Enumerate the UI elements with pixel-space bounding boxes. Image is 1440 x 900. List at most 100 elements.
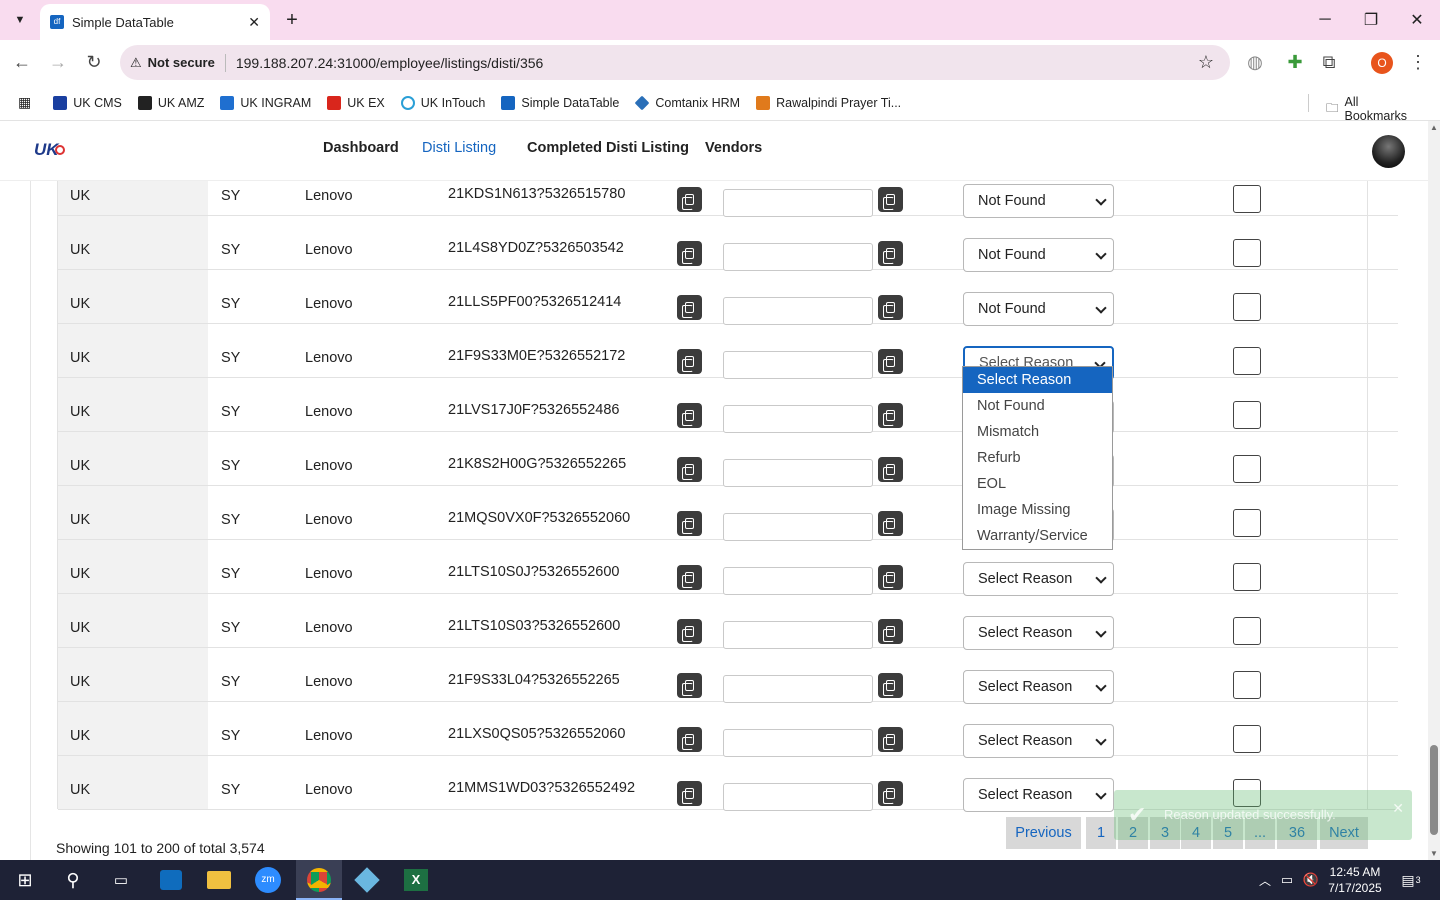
profile-avatar[interactable]: O xyxy=(1371,52,1393,74)
bookmark-uk-ex[interactable]: UK EX xyxy=(327,95,385,110)
value-input[interactable] xyxy=(723,459,873,487)
extension-icon[interactable]: ✚ xyxy=(1281,48,1309,76)
copy-sku-button[interactable] xyxy=(677,457,702,482)
uk-logo[interactable]: UK xyxy=(34,140,65,160)
value-input[interactable] xyxy=(723,675,873,703)
value-input[interactable] xyxy=(723,189,873,217)
nav-vendors[interactable]: Vendors xyxy=(705,140,762,156)
pagination-page-1[interactable]: 1 xyxy=(1086,817,1116,849)
file-explorer-icon[interactable] xyxy=(207,871,231,889)
copy-sku-button[interactable] xyxy=(677,781,702,806)
address-bar[interactable]: ⚠ Not secure 199.188.207.24:31000/employ… xyxy=(120,45,1230,80)
copy-sku-button[interactable] xyxy=(677,619,702,644)
copy-sku-button[interactable] xyxy=(677,673,702,698)
all-bookmarks[interactable]: 🗀 All Bookmarks xyxy=(1326,95,1424,123)
paste-button[interactable] xyxy=(878,619,903,644)
bookmark-simple-datatable[interactable]: Simple DataTable xyxy=(501,95,619,110)
copy-sku-button[interactable] xyxy=(677,565,702,590)
reload-icon[interactable]: ↻ xyxy=(80,48,108,76)
paste-button[interactable] xyxy=(878,403,903,428)
paste-button[interactable] xyxy=(878,457,903,482)
paste-button[interactable] xyxy=(878,781,903,806)
zoom-icon[interactable]: zm xyxy=(255,867,281,893)
close-tab-icon[interactable]: ✕ xyxy=(248,14,260,31)
value-input[interactable] xyxy=(723,351,873,379)
row-checkbox[interactable] xyxy=(1233,401,1261,429)
taskbar-clock[interactable]: 12:45 AM 7/17/2025 xyxy=(1322,864,1388,896)
windows-start-icon[interactable]: ⊞ xyxy=(10,866,40,894)
toast-close-icon[interactable]: ✕ xyxy=(1392,800,1404,817)
bookmark-uk-intouch[interactable]: UK InTouch xyxy=(400,95,485,110)
copy-sku-button[interactable] xyxy=(677,187,702,212)
value-input[interactable] xyxy=(723,783,873,811)
option-warranty-service[interactable]: Warranty/Service xyxy=(963,523,1112,549)
back-icon[interactable]: ← xyxy=(8,48,36,76)
maximize-icon[interactable]: ❐ xyxy=(1348,0,1394,40)
row-checkbox[interactable] xyxy=(1233,185,1261,213)
paste-button[interactable] xyxy=(878,295,903,320)
nav-dashboard[interactable]: Dashboard xyxy=(323,140,399,156)
value-input[interactable] xyxy=(723,621,873,649)
minimize-icon[interactable]: ─ xyxy=(1302,0,1348,40)
apps-grid-icon[interactable]: ▦ xyxy=(18,94,31,111)
row-checkbox[interactable] xyxy=(1233,239,1261,267)
browser-tab[interactable]: df Simple DataTable ✕ xyxy=(40,4,270,40)
security-label[interactable]: Not secure xyxy=(148,55,215,70)
paste-button[interactable] xyxy=(878,727,903,752)
value-input[interactable] xyxy=(723,297,873,325)
bookmark-star-icon[interactable]: ☆ xyxy=(1198,52,1214,73)
excel-icon[interactable]: X xyxy=(404,869,428,891)
paste-button[interactable] xyxy=(878,565,903,590)
close-window-icon[interactable]: ✕ xyxy=(1394,0,1440,40)
bookmark-rawalpindi-prayer[interactable]: Rawalpindi Prayer Ti... xyxy=(756,95,901,110)
paste-button[interactable] xyxy=(878,241,903,266)
copy-sku-button[interactable] xyxy=(677,241,702,266)
option-mismatch[interactable]: Mismatch xyxy=(963,419,1112,445)
reason-select[interactable]: Select Reason xyxy=(963,778,1114,812)
paste-button[interactable] xyxy=(878,187,903,212)
row-checkbox[interactable] xyxy=(1233,347,1261,375)
reason-select[interactable]: Select Reason xyxy=(963,724,1114,758)
paste-button[interactable] xyxy=(878,511,903,536)
extensions-puzzle-icon[interactable]: ⧉ xyxy=(1315,48,1343,76)
bookmark-uk-ingram[interactable]: UK INGRAM xyxy=(220,95,311,110)
option-select-reason[interactable]: Select Reason xyxy=(963,367,1112,393)
copy-sku-button[interactable] xyxy=(677,403,702,428)
notifications-icon[interactable]: ▤ 3 xyxy=(1396,866,1426,894)
value-input[interactable] xyxy=(723,729,873,757)
paste-button[interactable] xyxy=(878,349,903,374)
bookmark-uk-cms[interactable]: UK CMS xyxy=(53,95,122,110)
copy-sku-button[interactable] xyxy=(677,349,702,374)
reason-select[interactable]: Select Reason xyxy=(963,616,1114,650)
nav-disti-listing[interactable]: Disti Listing xyxy=(422,140,496,156)
user-avatar[interactable] xyxy=(1372,135,1405,168)
scroll-down-icon[interactable]: ▼ xyxy=(1430,849,1438,858)
row-checkbox[interactable] xyxy=(1233,671,1261,699)
reason-select[interactable]: Select Reason xyxy=(963,670,1114,704)
row-checkbox[interactable] xyxy=(1233,293,1261,321)
value-input[interactable] xyxy=(723,567,873,595)
copy-sku-button[interactable] xyxy=(677,295,702,320)
option-eol[interactable]: EOL xyxy=(963,471,1112,497)
value-input[interactable] xyxy=(723,513,873,541)
copy-sku-button[interactable] xyxy=(677,727,702,752)
url-text[interactable]: 199.188.207.24:31000/employee/listings/d… xyxy=(236,55,543,71)
reason-select[interactable]: Not Found xyxy=(963,292,1114,326)
bookmark-uk-amz[interactable]: UK AMZ xyxy=(137,95,204,110)
task-view-icon[interactable]: ▭ xyxy=(106,866,136,894)
row-checkbox[interactable] xyxy=(1233,509,1261,537)
pagination-previous[interactable]: Previous xyxy=(1006,817,1081,849)
reason-select[interactable]: Select Reason xyxy=(963,562,1114,596)
value-input[interactable] xyxy=(723,405,873,433)
scroll-up-icon[interactable]: ▲ xyxy=(1430,123,1438,132)
option-not-found[interactable]: Not Found xyxy=(963,393,1112,419)
row-checkbox[interactable] xyxy=(1233,617,1261,645)
paste-button[interactable] xyxy=(878,673,903,698)
forward-icon[interactable]: → xyxy=(44,48,72,76)
search-icon[interactable]: ⚲ xyxy=(58,866,88,894)
reason-select[interactable]: Not Found xyxy=(963,184,1114,218)
tab-search-icon[interactable]: ▼ xyxy=(8,8,32,32)
value-input[interactable] xyxy=(723,243,873,271)
row-checkbox[interactable] xyxy=(1233,725,1261,753)
copy-sku-button[interactable] xyxy=(677,511,702,536)
